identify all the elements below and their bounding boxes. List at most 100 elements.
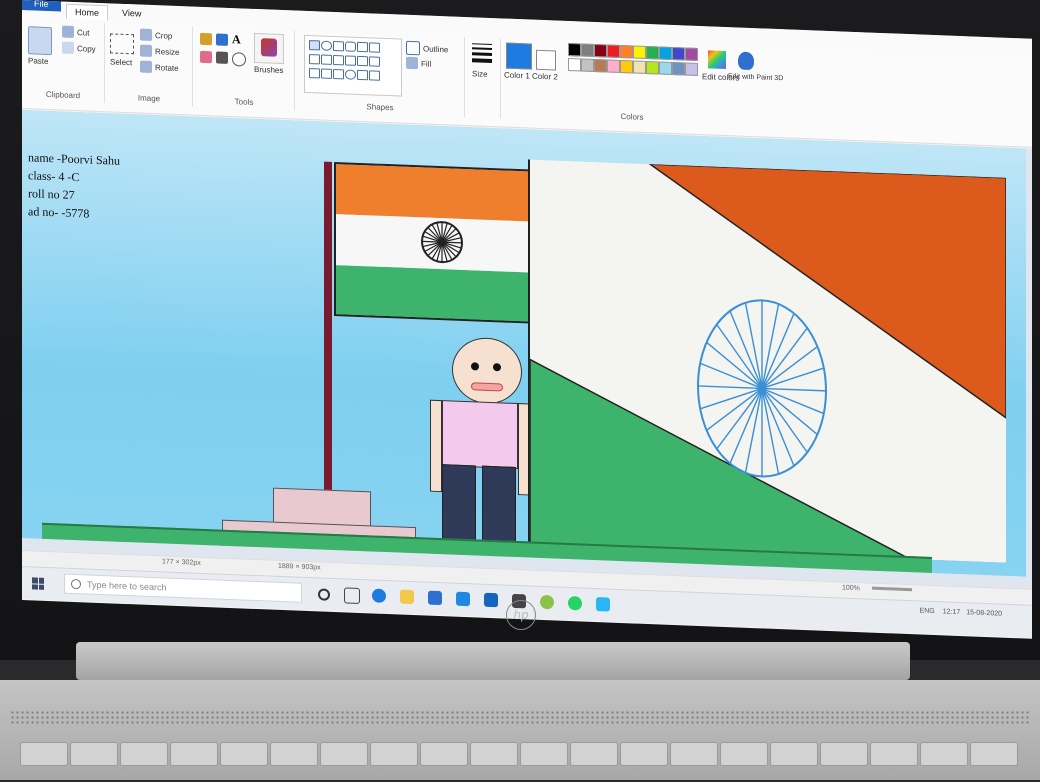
cut-button[interactable]: Cut [62,25,89,39]
paint-taskbar-icon[interactable] [596,597,610,612]
color2-swatch[interactable] [536,49,556,71]
star-shape-icon[interactable] [321,68,332,79]
text-tool-icon[interactable]: A [232,32,241,47]
fill-button[interactable]: Fill [406,56,431,70]
brushes-button[interactable] [254,32,284,65]
select-button[interactable]: Select [110,57,132,67]
arrow-down-shape-icon[interactable] [309,68,320,79]
keyboard-key [420,742,468,766]
fill-bucket-icon[interactable] [216,33,228,46]
tab-home[interactable]: Home [66,3,109,21]
taskbar-search[interactable]: Type here to search [64,573,302,603]
magnifier-icon[interactable] [232,52,246,67]
resize-button[interactable]: Resize [140,44,179,59]
color1-swatch[interactable] [506,42,532,70]
select-icon[interactable] [110,33,134,55]
heart-shape-icon[interactable] [357,69,368,81]
lightning-shape-icon[interactable] [369,70,380,81]
pencil-icon[interactable] [200,32,212,46]
palette-swatch[interactable] [685,47,698,61]
paint3d-icon[interactable] [738,51,754,71]
flag-green-band [336,264,548,323]
cortana-icon[interactable] [318,588,330,601]
clipboard-group: Paste Cut Copy Clipboard [22,20,105,104]
palette-swatch[interactable] [646,45,659,60]
size-group[interactable]: Size [466,37,501,119]
info-line-class: class- 4 -C [28,168,80,185]
edit-colors-icon[interactable] [708,50,726,70]
palette-swatch[interactable] [607,44,620,58]
callout-shape-icon[interactable] [333,68,344,80]
palette-swatch[interactable] [594,58,607,73]
drawing-canvas[interactable]: name -Poorvi Sahu class- 4 -C roll no 27… [22,110,1026,577]
palette-swatch[interactable] [672,46,685,61]
edge-icon[interactable] [372,588,386,603]
task-view-icon[interactable] [344,587,360,604]
line-shape-icon[interactable] [309,40,320,51]
crop-button[interactable]: Crop [140,28,172,42]
polygon-shape-icon[interactable] [357,41,368,53]
palette-swatch[interactable] [620,59,633,74]
pentagon-shape-icon[interactable] [333,54,344,66]
dropbox-icon[interactable] [456,591,470,607]
palette-swatch[interactable] [620,44,633,59]
tab-file[interactable]: File [22,0,61,12]
arrow-right-shape-icon[interactable] [357,55,368,67]
mail-icon[interactable] [428,590,442,606]
paste-button[interactable]: Paste [28,56,48,66]
size-icon [472,43,492,66]
small-flag [334,161,550,325]
palette-swatch[interactable] [607,59,620,73]
hexagon-shape-icon[interactable] [345,55,356,66]
keyboard-key [970,742,1018,766]
person-torso [442,400,518,470]
triangle-shape-icon[interactable] [369,42,380,53]
palette-swatch[interactable] [568,42,581,57]
palette-swatch[interactable] [633,45,646,59]
outline-button[interactable]: Outline [406,40,448,57]
speaker-grille [10,710,1030,724]
palette-swatch[interactable] [659,61,672,75]
clock-date[interactable]: 15-08-2020 [966,609,1002,617]
cloud-shape-icon[interactable] [345,69,356,80]
search-icon [71,578,81,590]
resize-icon [140,44,152,57]
rotate-button[interactable]: Rotate [140,60,179,74]
person-mouth [471,382,503,392]
image-size: 1889 × 903px [278,562,321,572]
skype-icon[interactable] [484,592,498,608]
palette-swatch[interactable] [685,62,698,76]
tab-view[interactable]: View [114,6,149,21]
palette-swatch[interactable] [581,58,594,72]
color-picker-icon[interactable] [216,51,228,64]
palette-swatch[interactable] [646,60,659,75]
paste-icon[interactable] [28,26,52,56]
palette-swatch[interactable] [659,46,672,60]
oval-shape-icon[interactable] [321,40,332,51]
palette-swatch[interactable] [581,43,594,57]
rotate-label: Rotate [155,62,179,73]
rotate-icon [140,60,152,73]
palette-swatch[interactable] [672,61,685,76]
rounded-rect-shape-icon[interactable] [345,41,356,52]
shapes-gallery[interactable] [304,34,402,97]
clock-time[interactable]: 12:17 [943,608,961,616]
copy-button[interactable]: Copy [62,41,96,55]
language-indicator[interactable]: ENG [920,607,935,615]
arrow-left-shape-icon[interactable] [369,56,380,67]
app-icon[interactable] [540,594,554,610]
zoom-slider[interactable] [872,586,912,592]
keyboard-key [170,742,218,766]
palette-swatch[interactable] [594,43,607,58]
person-left-arm [430,399,442,493]
whatsapp-icon[interactable] [568,595,582,611]
right-triangle-shape-icon[interactable] [309,54,320,65]
palette-swatch[interactable] [633,60,646,74]
rectangle-shape-icon[interactable] [333,40,344,52]
file-explorer-icon[interactable] [400,589,414,605]
eraser-icon[interactable] [200,50,212,64]
palette-swatch[interactable] [568,57,581,72]
copy-icon [62,41,74,54]
start-button[interactable] [32,577,44,590]
diamond-shape-icon[interactable] [321,54,332,65]
